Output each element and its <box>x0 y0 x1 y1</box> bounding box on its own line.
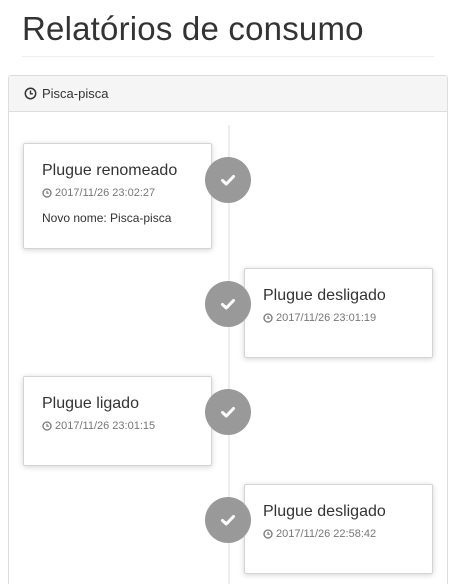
check-icon <box>221 175 235 186</box>
timeline-card-time-text: 2017/11/26 23:01:19 <box>276 312 377 324</box>
timeline-badge <box>205 281 251 327</box>
check-icon <box>221 299 235 310</box>
panel-heading: Pisca-pisca <box>9 76 447 112</box>
check-icon <box>221 515 235 526</box>
timeline-badge <box>205 497 251 543</box>
clock-icon <box>263 529 273 539</box>
timeline-card-time: 2017/11/26 23:01:19 <box>263 312 414 324</box>
timeline-card-title: Plugue desligado <box>263 503 386 520</box>
check-icon <box>221 407 235 418</box>
panel-heading-label: Pisca-pisca <box>42 86 109 101</box>
clock-icon <box>42 188 52 198</box>
timeline-card: Plugue ligado 2017/11/26 23:01:15 <box>23 376 212 466</box>
timeline-card-time-text: 2017/11/26 22:58:42 <box>276 528 377 540</box>
timeline-badge <box>205 389 251 435</box>
timeline-card: Plugue desligado 2017/11/26 23:01:19 <box>244 268 433 358</box>
timeline-card-time-text: 2017/11/26 23:02:27 <box>55 187 156 199</box>
title-divider <box>22 56 434 57</box>
timeline-card: Plugue desligado 2017/11/26 22:58:42 <box>244 484 433 574</box>
timeline-badge <box>205 157 251 203</box>
timeline-card-time: 2017/11/26 23:01:15 <box>42 420 193 432</box>
timeline-card-time: 2017/11/26 23:02:27 <box>42 187 193 199</box>
timeline-card-title: Plugue ligado <box>42 395 139 412</box>
clock-icon <box>42 421 52 431</box>
clock-icon <box>263 313 273 323</box>
timeline-card-body: Novo nome: Pisca-pisca <box>42 211 172 225</box>
timeline-card-title: Plugue renomeado <box>42 162 178 179</box>
timeline-card-title: Plugue desligado <box>263 287 386 304</box>
page-title: Relatórios de consumo <box>22 10 364 47</box>
clock-icon <box>24 87 37 100</box>
timeline-card-time: 2017/11/26 22:58:42 <box>263 528 414 540</box>
timeline-card: Plugue renomeado 2017/11/26 23:02:27 Nov… <box>23 143 212 249</box>
timeline-card-time-text: 2017/11/26 23:01:15 <box>55 420 156 432</box>
